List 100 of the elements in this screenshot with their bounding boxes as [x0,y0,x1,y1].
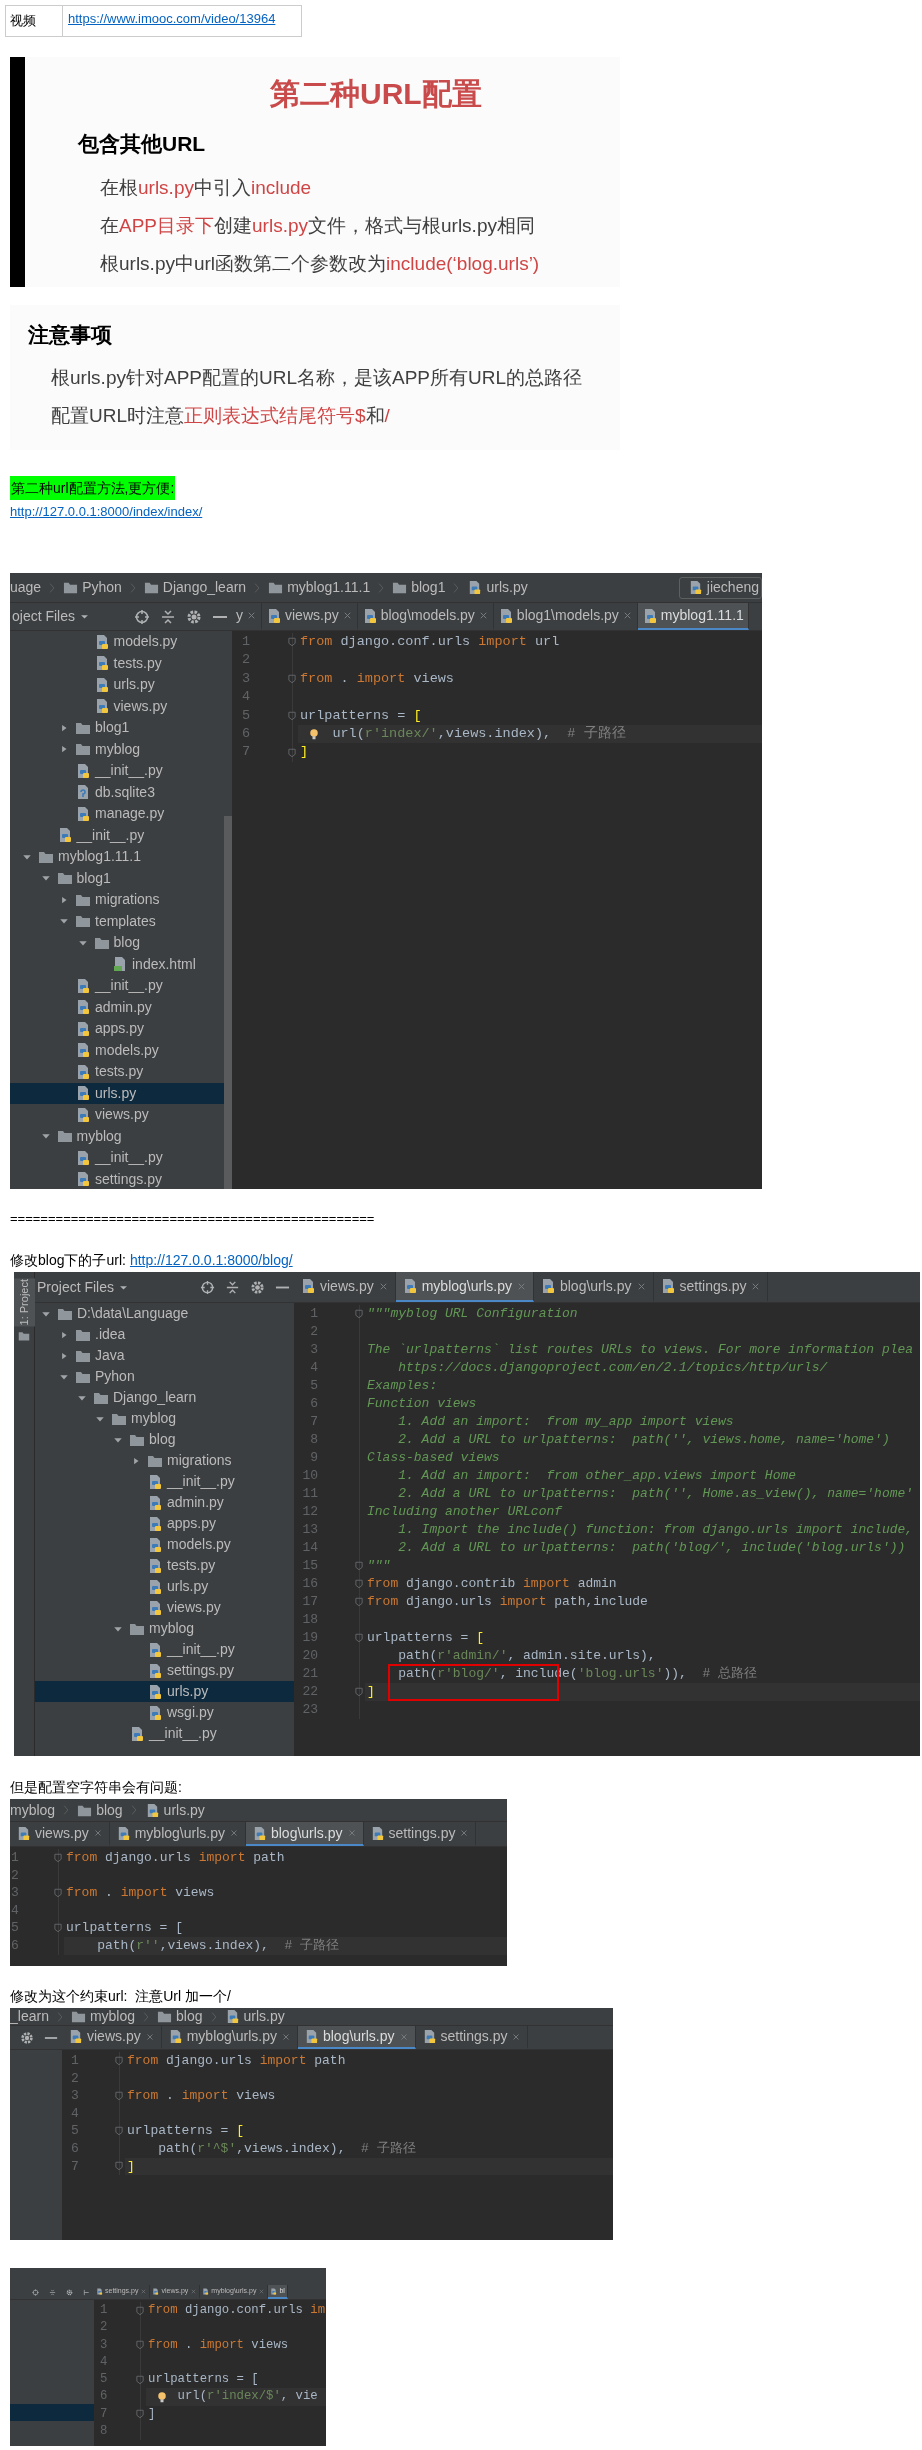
fold-icon[interactable] [114,2055,124,2066]
breadcrumb-item[interactable]: urls.py [144,1799,205,1821]
tree-item[interactable]: manage.py [10,803,224,825]
tree-item[interactable]: admin.py [35,1492,294,1513]
bulb-icon[interactable] [308,727,320,740]
link[interactable]: http://127.0.0.1:8000/blog/ [129,1249,293,1271]
close-icon[interactable] [280,2031,291,2042]
editor-tab[interactable]: blog\urls.py [245,1822,364,1846]
editor-tab[interactable]: settings.py [415,2026,529,2049]
breadcrumb-item[interactable]: myblog [10,1799,56,1821]
breadcrumb-item[interactable]: blog [77,1799,123,1821]
tree-item[interactable]: blog [10,932,224,954]
tree-item[interactable]: tests.py [10,652,224,674]
settings-icon[interactable] [250,1279,265,1295]
editor-tab[interactable]: myblog\urls.py [109,1822,246,1846]
tree-item[interactable]: views.py [35,1597,294,1618]
tree-item[interactable]: wsgi.py [35,1702,294,1723]
tree-item[interactable]: myblog [35,1618,294,1639]
fold-icon[interactable] [53,1923,63,1934]
close-icon[interactable] [511,2031,522,2042]
fold-icon[interactable] [53,1852,63,1863]
fold-icon[interactable] [135,2409,145,2420]
tree-item[interactable]: urls.py [10,1082,224,1104]
breadcrumb-item[interactable]: Django_learn [143,577,247,598]
tree-item[interactable]: myblog [10,738,224,760]
breadcrumb-item[interactable]: urls.py [224,2008,285,2025]
close-icon[interactable] [459,1828,470,1838]
expand-arrow-icon[interactable] [59,894,69,905]
fold-icon[interactable] [354,1561,364,1571]
editor-tab[interactable]: blog\urls.py [533,1272,654,1302]
fold-icon[interactable] [354,1597,364,1607]
editor-tab[interactable]: myblog\urls.py [395,1272,534,1302]
tree-item[interactable]: __init__.py [10,824,224,846]
panel-title-dropdown[interactable]: oject Files [10,606,91,627]
tree-item[interactable]: templates [10,910,224,932]
tree-item[interactable]: migrations [35,1450,294,1471]
tree-item[interactable]: D:\data\Language [35,1303,294,1324]
tree-item[interactable]: index.html [10,953,224,975]
close-icon[interactable] [398,2031,409,2042]
fold-icon[interactable] [354,1579,364,1589]
crosshair-icon[interactable] [134,608,150,625]
tree-item[interactable]: migrations [10,889,224,911]
run-config-dropdown[interactable]: jiecheng [678,576,762,599]
fold-icon[interactable] [287,747,297,758]
tree-item[interactable]: urls.py [10,674,224,696]
tree-item[interactable]: myblog [35,1408,294,1429]
collapse-all-icon[interactable] [160,608,176,625]
tree-item[interactable]: settings.py [35,1660,294,1681]
tree-row[interactable] [10,2404,94,2422]
editor-tab[interactable]: settings.py [653,1272,769,1302]
close-icon[interactable] [140,2287,148,2295]
editor-tab[interactable]: settings.py [363,1822,477,1846]
editor-tab[interactable]: myblog1.11.1 [637,603,749,630]
close-icon[interactable] [92,1828,103,1838]
tree-item[interactable]: settings.py [10,1168,224,1189]
crosshair-icon[interactable] [200,1279,215,1295]
editor-tab[interactable]: blog1\models.py [493,603,638,630]
tree-item[interactable]: __init__.py [35,1639,294,1660]
fold-icon[interactable] [287,637,297,648]
breadcrumb-item[interactable]: _learn [10,2008,49,2025]
expand-arrow-icon[interactable] [59,722,69,733]
tree-item[interactable]: urls.py [35,1681,294,1702]
breadcrumb-item[interactable]: myblog1.11.1 [268,577,371,598]
tool-window-tab[interactable]: 1: Project [14,1278,37,1327]
tree-item[interactable]: models.py [10,1039,224,1061]
collapse-all-icon[interactable] [225,1279,240,1295]
fold-icon[interactable] [135,2340,145,2351]
tree-item[interactable]: __init__.py [10,1147,224,1169]
fold-icon[interactable] [354,1309,364,1319]
fold-icon[interactable] [114,2126,124,2137]
breadcrumb-item[interactable]: urls.py [467,577,528,598]
tree-item[interactable]: admin.py [10,996,224,1018]
tree-item[interactable]: __init__.py [35,1723,294,1744]
fold-icon[interactable] [114,2161,124,2172]
link[interactable]: https://www.imooc.com/video/13964 [68,11,276,26]
editor-tab[interactable]: myblog\urls.py [161,2026,298,2049]
tree-item[interactable]: views.py [10,1104,224,1126]
pin-icon[interactable] [83,2288,90,2296]
collapse-all-icon[interactable] [49,2288,56,2296]
editor-tab[interactable]: views.py [262,603,358,630]
tree-item[interactable]: views.py [10,695,224,717]
close-icon[interactable] [346,1828,357,1838]
breadcrumb-item[interactable]: myblog [70,2008,136,2025]
close-icon[interactable] [246,610,257,621]
fold-icon[interactable] [354,1633,364,1643]
editor-tab[interactable]: views.py [62,2026,162,2049]
bulb-icon[interactable] [156,2391,168,2404]
settings-icon[interactable] [20,2030,34,2045]
tree-item[interactable]: models.py [35,1534,294,1555]
tree-item[interactable]: blog1 [10,717,224,739]
breadcrumb-item[interactable]: Pyhon [63,577,122,598]
breadcrumb-item[interactable]: blog1 [392,577,446,598]
tree-item[interactable]: Django_learn [35,1387,294,1408]
editor-tab[interactable]: blog\urls.py [297,2026,416,2049]
breadcrumb-item[interactable]: uage [10,577,42,598]
expand-arrow-icon[interactable] [131,1455,141,1466]
panel-title-dropdown[interactable]: Project Files [35,1276,130,1298]
fold-icon[interactable] [354,1687,364,1697]
fold-icon[interactable] [135,2374,145,2385]
tree-item[interactable]: apps.py [35,1513,294,1534]
